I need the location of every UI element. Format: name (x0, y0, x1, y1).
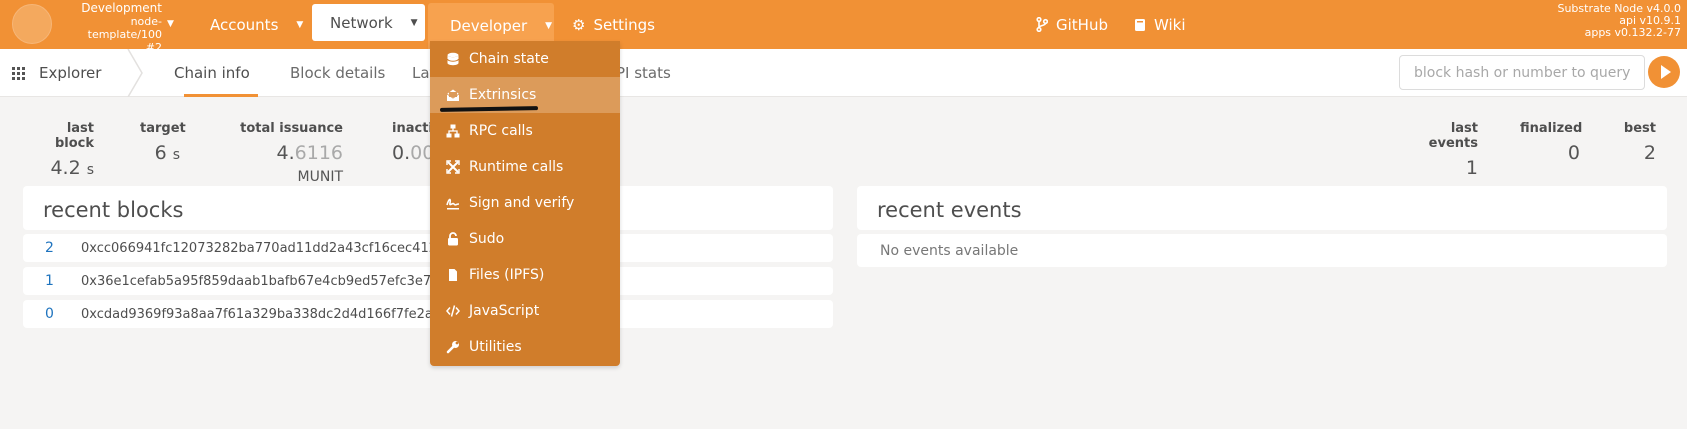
wrench-icon (446, 341, 459, 354)
block-number[interactable]: 2 (23, 240, 81, 256)
tab-label: Block details (290, 64, 386, 82)
stat-last-events: last events 1 (1400, 121, 1478, 179)
stat-total-issuance: total issuance 4.6116 MUNIT (228, 121, 343, 186)
menu-network-label: Network (330, 13, 393, 32)
tab-api-stats[interactable]: PI stats (616, 49, 671, 97)
network-wired-icon (446, 124, 460, 138)
no-events-message: No events available (880, 243, 1019, 259)
chevron-separator-icon (127, 49, 143, 97)
menu-github-label: GitHub (1056, 15, 1108, 34)
stat-label: last block (54, 121, 94, 151)
code-branch-icon (1036, 17, 1048, 32)
menu-accounts-label: Accounts (210, 15, 279, 34)
unlock-icon (448, 232, 458, 246)
menu-wiki-label: Wiki (1154, 15, 1186, 34)
chevron-down-icon: ▼ (545, 21, 553, 31)
table-row[interactable]: 2 0xcc066941fc12073282ba770ad11dd2a43cf1… (23, 234, 833, 262)
menu-settings-label: Settings (593, 15, 655, 34)
tab-label: PI stats (616, 64, 671, 82)
query-play-button[interactable] (1648, 56, 1680, 88)
stat-value: 4.2 s (50, 157, 94, 179)
stat-label: target (140, 121, 186, 136)
menu-item-label: Utilities (469, 339, 522, 355)
menu-item-sign-and-verify[interactable]: Sign and verify (430, 185, 620, 221)
menu-item-label: Files (IPFS) (469, 267, 545, 283)
chevron-down-icon[interactable]: ▼ (167, 19, 174, 29)
stat-label: best (1623, 121, 1656, 136)
stat-best: best 2 (1620, 121, 1656, 164)
section-title-label: Explorer (39, 64, 102, 82)
menu-item-label: Chain state (469, 51, 549, 67)
tab-block-details[interactable]: Block details (290, 49, 385, 97)
section-title: Explorer (12, 49, 101, 97)
block-query-input[interactable] (1399, 55, 1645, 90)
menu-item-label: JavaScript (469, 303, 540, 319)
stat-label: total issuance (240, 121, 343, 136)
arrows-icon (446, 160, 460, 174)
block-number[interactable]: 1 (23, 273, 81, 289)
menu-item-label: RPC calls (469, 123, 533, 139)
stat-value: 2 (1643, 142, 1656, 164)
gear-icon: ⚙ (572, 15, 586, 34)
stat-value: 0 (1567, 142, 1580, 164)
stat-value: 1 (1465, 157, 1478, 179)
menu-item-rpc-calls[interactable]: RPC calls (430, 113, 620, 149)
stat-last-block: last block 4.2 s (34, 121, 94, 179)
file-icon (449, 269, 457, 281)
menu-item-chain-state[interactable]: Chain state (430, 41, 620, 77)
stat-target: target 6 s (140, 121, 186, 164)
menu-item-files-ipfs[interactable]: Files (IPFS) (430, 257, 620, 293)
menu-wiki[interactable]: Wiki (1134, 0, 1186, 49)
menu-item-label: Sudo (469, 231, 505, 247)
play-icon (1660, 65, 1671, 79)
envelope-open-icon (446, 89, 460, 101)
menu-item-javascript[interactable]: JavaScript (430, 293, 620, 329)
menu-network[interactable]: Network ▼ (312, 4, 425, 41)
signature-icon (446, 198, 460, 210)
block-hash: 0x36e1cefab5a95f859daab1bafb67e4cb9ed57e… (81, 273, 448, 289)
block-number[interactable]: 0 (23, 306, 81, 322)
grid-icon (12, 66, 25, 80)
menu-item-label: Runtime calls (469, 159, 564, 175)
menu-developer-label: Developer (450, 17, 528, 35)
menu-item-utilities[interactable]: Utilities (430, 329, 620, 365)
top-menu-bar: Development node-template/100 #2 ▼ Accou… (0, 0, 1687, 54)
table-row[interactable]: 1 0x36e1cefab5a95f859daab1bafb67e4cb9ed5… (23, 267, 833, 295)
menu-item-runtime-calls[interactable]: Runtime calls (430, 149, 620, 185)
chevron-down-icon: ▼ (296, 19, 304, 30)
recent-blocks-title: recent blocks (43, 198, 184, 222)
chain-name: Development (81, 1, 162, 15)
chain-selector[interactable]: Development node-template/100 #2 (58, 1, 162, 55)
menu-accounts[interactable]: Accounts ▼ (210, 0, 303, 49)
developer-dropdown-menu: Chain state Extrinsics RPC calls Runtime… (430, 41, 620, 366)
chain-logo[interactable] (12, 4, 52, 44)
code-icon (446, 305, 460, 317)
database-icon (447, 52, 459, 66)
apps-version: apps v0.132.2-77 (1584, 26, 1681, 39)
chain-node: node-template/100 (87, 15, 162, 41)
block-hash: 0xcdad9369f93a8aa7f61a329ba338dc2d4d166f… (81, 306, 449, 322)
stat-value: 4.6116 MUNIT (276, 142, 344, 185)
stat-label: last events (1428, 121, 1478, 151)
menu-item-sudo[interactable]: Sudo (430, 221, 620, 257)
stat-value: 6 s (154, 142, 180, 164)
recent-events-title: recent events (877, 198, 1022, 222)
tab-label: Chain info (174, 64, 250, 82)
table-row[interactable]: 0 0xcdad9369f93a8aa7f61a329ba338dc2d4d16… (23, 300, 833, 328)
stat-finalized: finalized 0 (1520, 121, 1583, 164)
chevron-down-icon: ▼ (410, 17, 418, 28)
book-icon (1135, 18, 1145, 31)
stat-label: finalized (1520, 121, 1583, 136)
menu-item-label: Extrinsics (469, 87, 537, 103)
tab-chain-info[interactable]: Chain info (174, 49, 258, 97)
node-version-info: Substrate Node v4.0.0 api v10.9.1 apps v… (1557, 3, 1681, 39)
block-hash: 0xcc066941fc12073282ba770ad11dd2a43cf16c… (81, 240, 446, 256)
menu-github[interactable]: GitHub (1036, 0, 1108, 49)
menu-item-label: Sign and verify (469, 195, 575, 211)
sub-navigation: Explorer Chain info Block details Lat PI… (0, 49, 1687, 97)
